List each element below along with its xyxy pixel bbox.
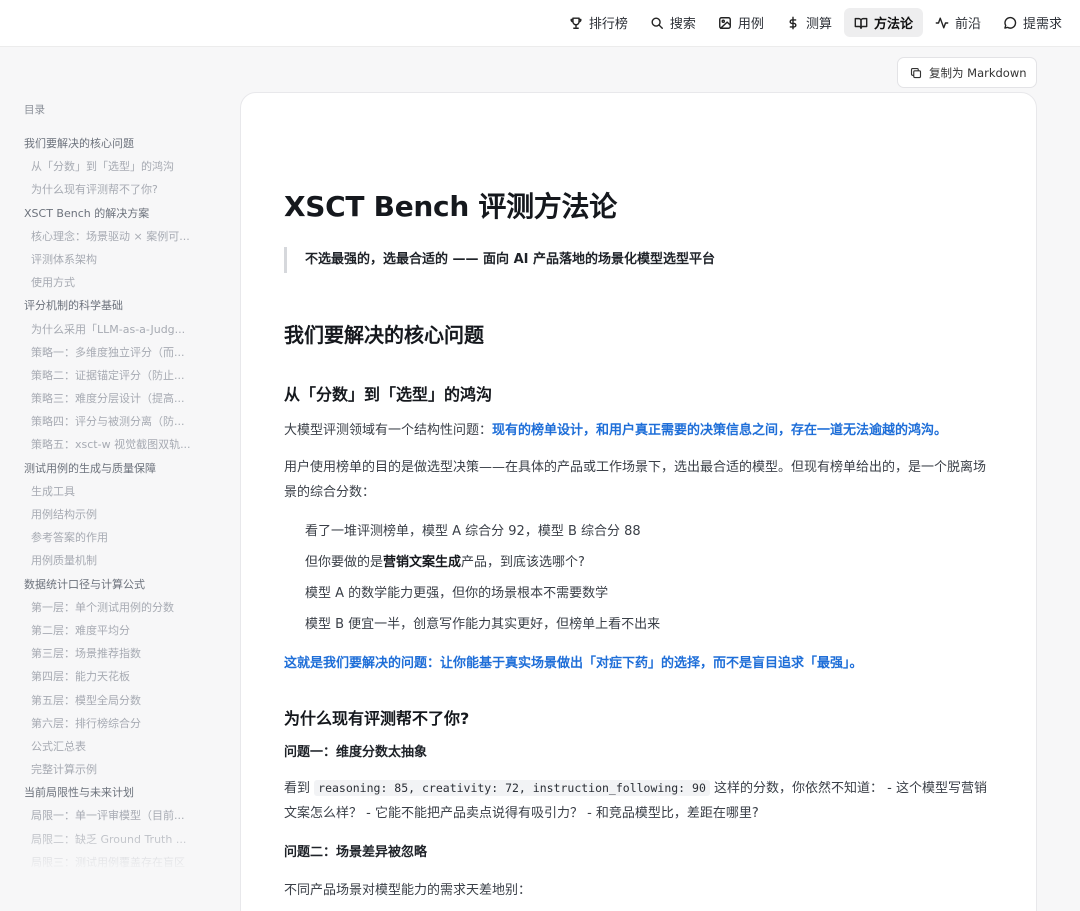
- toc-subsection-link[interactable]: 从「分数」到「选型」的鸿沟: [24, 155, 224, 178]
- copy-markdown-button[interactable]: 复制为 Markdown: [897, 57, 1037, 88]
- list-item: 看了一堆评测榜单，模型 A 综合分 92，模型 B 综合分 88: [305, 524, 641, 539]
- dollar-icon: [789, 16, 797, 29]
- nav-request[interactable]: 提需求: [993, 8, 1072, 37]
- toc-section-link[interactable]: 当前局限性与未来计划: [24, 781, 224, 804]
- book-icon: [854, 17, 868, 29]
- toc-section-link[interactable]: 测试用例的生成与质量保障: [24, 457, 224, 480]
- toc-subsection-link[interactable]: 为什么采用「LLM-as-a-Judg...: [24, 318, 224, 341]
- nav-cases[interactable]: 用例: [708, 8, 774, 37]
- nav-leaderboard-label: 排行榜: [588, 17, 628, 32]
- paragraph-intro-highlight: 现有的榜单设计，和用户真正需要的决策信息之间，存在一道无法逾越的鸿沟。: [492, 423, 948, 438]
- document-card: XSCT Bench 评测方法论 不选最强的，选最合适的 —— 面向 AI 产品…: [240, 92, 1037, 911]
- toc-subsection-link[interactable]: 策略三：难度分层设计（提高...: [24, 387, 224, 410]
- copy-markdown-label: 复制为 Markdown: [929, 65, 1027, 80]
- toc-subsection-link[interactable]: 策略四：评分与被测分离（防...: [24, 410, 224, 433]
- nav-frontier-label: 前沿: [954, 17, 981, 32]
- toc-subsection-link[interactable]: 第五层：模型全局分数: [24, 689, 224, 712]
- toc-subsection-link[interactable]: 用例结构示例: [24, 503, 224, 526]
- list-item-text: 产品，到底该选哪个?: [461, 555, 585, 570]
- toc-subsection-link[interactable]: 使用方式: [24, 271, 224, 294]
- toc-subsection-link[interactable]: 核心理念：场景驱动 × 案例可...: [24, 225, 224, 248]
- toc-subsection-link[interactable]: 参考答案的作用: [24, 526, 224, 549]
- message-icon: [1004, 16, 1017, 29]
- toc-section-link[interactable]: 数据统计口径与计算公式: [24, 573, 224, 596]
- list-item: 模型 B 便宜一半，创意写作能力其实更好，但榜单上看不出来: [305, 617, 661, 632]
- toc-subsection-link[interactable]: 第三层：场景推荐指数: [24, 642, 224, 665]
- paragraph-intro: 大模型评测领域有一个结构性问题：现有的榜单设计，和用户真正需要的决策信息之间，存…: [284, 419, 947, 438]
- toc-subsection-link[interactable]: 生成工具: [24, 480, 224, 503]
- list-item-text: 但你要做的是: [305, 555, 384, 570]
- dimension-scores-code: reasoning: 85, creativity: 72, instructi…: [314, 780, 710, 796]
- paragraph-intro-text: 大模型评测领域有一个结构性问题：: [284, 423, 493, 438]
- toc-title: 目录: [24, 104, 45, 116]
- toc-subsection-link[interactable]: 策略一：多维度独立评分（而...: [24, 341, 224, 364]
- problem-one-heading: 问题一：维度分数太抽象: [284, 745, 428, 760]
- problem-one-paragraph: 看到 reasoning: 85, creativity: 72, instru…: [284, 776, 989, 826]
- nav-leaderboard[interactable]: 排行榜: [559, 8, 638, 37]
- toc-subsection-link[interactable]: 公式汇总表: [24, 735, 224, 758]
- conclusion-highlight: 这就是我们要解决的问题：让你能基于真实场景做出「对症下药」的选择，而不是盲目追求…: [284, 656, 863, 671]
- nav-search-label: 搜索: [669, 17, 696, 32]
- problem-two-heading: 问题二：场景差异被忽略: [284, 845, 428, 860]
- list-item: 模型 A 的数学能力更强，但你的场景根本不需要数学: [305, 586, 609, 601]
- image-icon: [718, 16, 731, 29]
- toc-subsection-link[interactable]: 第六层：排行榜综合分: [24, 712, 224, 735]
- nav-frontier[interactable]: 前沿: [925, 8, 991, 37]
- nav-calculator[interactable]: 测算: [776, 8, 842, 37]
- tagline-quote: 不选最强的，选最合适的 —— 面向 AI 产品落地的场景化模型选型平台: [284, 247, 715, 273]
- problem-two-paragraph: 不同产品场景对模型能力的需求天差地别：: [284, 883, 532, 898]
- toc-subsection-link[interactable]: 评测体系架构: [24, 248, 224, 271]
- toc-fade: [24, 822, 224, 872]
- toc-section-link[interactable]: 评分机制的科学基础: [24, 294, 224, 317]
- nav-request-label: 提需求: [1022, 17, 1062, 32]
- table-of-contents: 目录 我们要解决的核心问题 从「分数」到「选型」的鸿沟 为什么现有评测帮不了你? XS…: [24, 102, 224, 872]
- list-item-strong: 营销文案生成: [383, 555, 462, 570]
- nav-search[interactable]: 搜索: [640, 8, 706, 37]
- toc-subsection-link[interactable]: 策略五：xsct-w 视觉截图双轨...: [24, 433, 224, 456]
- toc-section-link[interactable]: 我们要解决的核心问题: [24, 132, 224, 155]
- toc-subsection-link[interactable]: 第四层：能力天花板: [24, 665, 224, 688]
- nav-methodology[interactable]: 方法论: [843, 8, 923, 37]
- toc-subsection-link[interactable]: 用例质量机制: [24, 549, 224, 572]
- toc-list: 我们要解决的核心问题 从「分数」到「选型」的鸿沟 为什么现有评测帮不了你? XSCT …: [24, 132, 224, 872]
- toc-subsection-link[interactable]: 第二层：难度平均分: [24, 619, 224, 642]
- nav-calculator-label: 测算: [805, 17, 832, 32]
- top-navbar: 排行榜 搜索 用例 测算 方法论 前沿 提需求: [0, 0, 1080, 47]
- toc-subsection-link[interactable]: 完整计算示例: [24, 758, 224, 781]
- list-item: 但你要做的是营销文案生成产品，到底该选哪个?: [305, 551, 585, 570]
- problem-one-text: 看到: [284, 781, 315, 796]
- copy-icon: [910, 67, 922, 78]
- subheading-score-gap: 从「分数」到「选型」的鸿沟: [284, 385, 493, 404]
- nav-methodology-label: 方法论: [873, 17, 913, 32]
- activity-icon: [935, 16, 949, 29]
- subheading-why-fail: 为什么现有评测帮不了你?: [284, 709, 470, 728]
- trophy-icon: [570, 16, 582, 29]
- main-nav: 排行榜 搜索 用例 测算 方法论 前沿 提需求: [559, 8, 1072, 37]
- paragraph-purpose: 用户使用榜单的目的是做选型决策——在具体的产品或工作场景下，选出最合适的模型。但…: [284, 460, 987, 500]
- page-title: XSCT Bench 评测方法论: [284, 190, 617, 223]
- section-heading-core-problem: 我们要解决的核心问题: [284, 323, 484, 347]
- toc-subsection-link[interactable]: 第一层：单个测试用例的分数: [24, 596, 224, 619]
- search-icon: [651, 16, 663, 29]
- toc-section-link[interactable]: XSCT Bench 的解决方案: [24, 202, 224, 225]
- nav-cases-label: 用例: [737, 17, 764, 32]
- toc-subsection-link[interactable]: 为什么现有评测帮不了你?: [24, 178, 224, 201]
- toc-subsection-link[interactable]: 策略二：证据锚定评分（防止...: [24, 364, 224, 387]
